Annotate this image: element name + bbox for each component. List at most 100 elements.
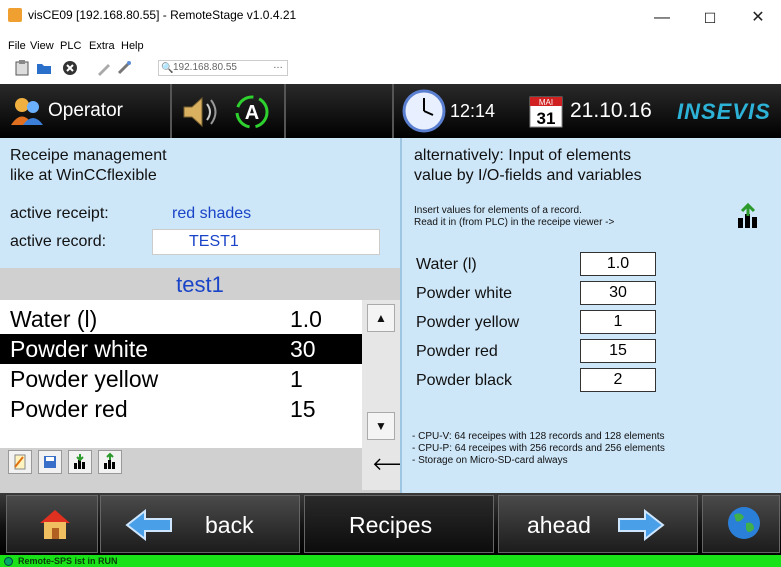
ip-address-field[interactable]: 🔍 192.168.80.55 … xyxy=(158,60,288,76)
io-fields-panel: alternatively: Input of elements value b… xyxy=(400,138,781,493)
globe-button[interactable] xyxy=(702,495,780,553)
recipe-title-line2: like at WinCCflexible xyxy=(10,167,157,184)
field-label-black: Powder black xyxy=(416,372,513,389)
viewer-title: test1 xyxy=(176,272,224,297)
io-field-yellow[interactable]: 1 xyxy=(580,310,656,334)
maximize-button[interactable]: ☐ xyxy=(690,4,730,32)
io-field-water[interactable]: 1.0 xyxy=(580,252,656,276)
element-name: Powder yellow xyxy=(10,366,159,392)
status-text: Remote-SPS ist in RUN xyxy=(18,556,118,566)
read-in-icon[interactable] xyxy=(733,202,763,232)
globe-icon xyxy=(726,505,762,541)
element-value: 1 xyxy=(290,366,303,392)
menu-extra[interactable]: Extra xyxy=(89,40,115,52)
ahead-label: ahead xyxy=(527,512,591,538)
recipe-list[interactable]: Water (l) 1.0 Powder white 30 Powder yel… xyxy=(0,300,362,448)
clock-icon xyxy=(402,89,446,133)
active-record-label: active record: xyxy=(10,233,107,250)
field-label-red: Powder red xyxy=(416,343,498,360)
io-panel-title: alternatively: Input of elements value b… xyxy=(414,146,642,186)
recipes-label: Recipes xyxy=(349,512,433,538)
status-bar: Remote-SPS ist in RUN xyxy=(0,555,781,567)
menu-view[interactable]: View xyxy=(30,40,54,52)
back-button[interactable]: back xyxy=(100,495,300,553)
scroll-down-button[interactable]: ▼ xyxy=(367,412,395,440)
io-panel-note: Insert values for elements of a record. … xyxy=(414,205,614,229)
ip-address-value: 192.168.80.55 xyxy=(173,62,237,73)
field-label-white: Powder white xyxy=(416,285,513,302)
recipe-panel-title: Receipe management like at WinCCflexible xyxy=(10,146,167,186)
list-item[interactable]: Powder red 15 xyxy=(0,394,362,424)
bottom-navigation: back Recipes ahead xyxy=(0,493,781,555)
svg-text:A: A xyxy=(245,102,259,124)
active-receipt-label: active receipt: xyxy=(10,205,109,222)
io-field-black[interactable]: 2 xyxy=(580,368,656,392)
divider xyxy=(284,84,286,138)
io-title-line1: alternatively: Input of elements xyxy=(414,147,632,164)
connect-icon[interactable] xyxy=(116,60,132,76)
home-button[interactable] xyxy=(6,495,98,553)
users-icon[interactable] xyxy=(10,96,44,126)
more-icon[interactable]: … xyxy=(273,59,283,73)
auto-mode-icon[interactable]: A xyxy=(232,92,272,132)
operator-label[interactable]: Operator xyxy=(48,100,123,122)
footer-line1: - CPU-V: 64 receipes with 128 records an… xyxy=(412,431,665,442)
field-label-yellow: Powder yellow xyxy=(416,314,520,331)
element-value: 15 xyxy=(290,396,316,422)
calendar-month: MAI xyxy=(539,98,553,107)
toolbar: 🔍 192.168.80.55 … xyxy=(0,56,781,82)
list-item[interactable]: Powder yellow 1 xyxy=(0,364,362,394)
recipe-panel: Receipe management like at WinCCflexible… xyxy=(0,138,420,493)
recipe-viewer: test1 Water (l) 1.0 Powder white 30 Powd… xyxy=(0,268,420,493)
ahead-button[interactable]: ahead xyxy=(498,495,698,553)
window-titlebar: visCE09 [192.168.80.55] - RemoteStage v1… xyxy=(0,0,781,38)
element-name: Powder white xyxy=(10,336,149,362)
list-item-selected[interactable]: Powder white 30 xyxy=(0,334,362,364)
search-icon: 🔍 xyxy=(161,63,174,74)
app-icon xyxy=(8,8,22,22)
pen-icon[interactable] xyxy=(96,60,112,76)
close-button[interactable]: ✕ xyxy=(738,4,778,32)
calendar-icon: MAI 31 xyxy=(526,91,566,131)
read-plc-icon[interactable] xyxy=(98,450,122,474)
home-icon xyxy=(37,506,73,542)
hmi-header: Operator A 12:14 MAI 31 21.10.16 INSEVIS xyxy=(0,84,781,138)
scroll-up-button[interactable]: ▲ xyxy=(367,304,395,332)
menu-plc[interactable]: PLC xyxy=(60,40,81,52)
active-record-field[interactable]: TEST1 xyxy=(152,229,380,255)
folder-icon[interactable] xyxy=(36,60,52,76)
disconnect-icon[interactable] xyxy=(62,60,78,76)
arrow-left-icon xyxy=(125,509,172,541)
date-display: 21.10.16 xyxy=(570,99,652,122)
divider xyxy=(170,84,172,138)
calendar-day: 31 xyxy=(537,109,556,128)
speaker-icon[interactable] xyxy=(178,92,222,132)
save-icon[interactable] xyxy=(38,450,62,474)
footer-line2: - CPU-P: 64 receipes with 256 records an… xyxy=(412,443,665,454)
menu-help[interactable]: Help xyxy=(121,40,144,52)
status-indicator-icon xyxy=(4,557,13,566)
active-receipt-value: red shades xyxy=(172,205,252,222)
recipe-title-line1: Receipe management xyxy=(10,147,167,164)
divider xyxy=(392,84,394,138)
clipboard-icon[interactable] xyxy=(14,60,30,76)
recipes-button[interactable]: Recipes xyxy=(304,495,494,553)
note-line1: Insert values for elements of a record. xyxy=(414,205,582,216)
note-line2: Read it in (from PLC) in the receipe vie… xyxy=(414,217,615,228)
minimize-button[interactable]: — xyxy=(642,4,682,32)
element-value: 1.0 xyxy=(290,306,322,332)
io-title-line2: value by I/O-fields and variables xyxy=(414,167,642,184)
edit-icon[interactable] xyxy=(8,450,32,474)
arrow-right-icon xyxy=(618,509,665,541)
write-plc-icon[interactable] xyxy=(68,450,92,474)
footer-line3: - Storage on Micro-SD-card always xyxy=(412,455,568,466)
storage-info: - CPU-V: 64 receipes with 128 records an… xyxy=(412,431,665,467)
io-field-red[interactable]: 15 xyxy=(580,339,656,363)
brand-logo: INSEVIS xyxy=(677,99,771,124)
menu-file[interactable]: File xyxy=(8,40,26,52)
back-label: back xyxy=(205,512,254,538)
io-field-white[interactable]: 30 xyxy=(580,281,656,305)
list-item[interactable]: Water (l) 1.0 xyxy=(0,304,362,334)
window-title: visCE09 [192.168.80.55] - RemoteStage v1… xyxy=(28,8,297,22)
element-value: 30 xyxy=(290,336,316,362)
